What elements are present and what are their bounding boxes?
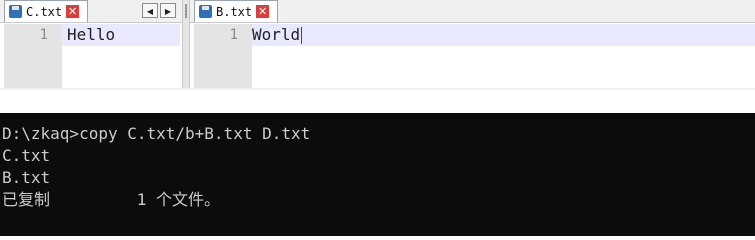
- saved-file-icon: [9, 5, 22, 18]
- close-tab-icon[interactable]: ✕: [66, 5, 80, 18]
- current-line-highlight: [252, 24, 755, 46]
- editor-area: C.txt ✕ ◀ ▶ 1 Hello B.txt ✕ 1 World: [0, 0, 755, 90]
- line-number-gutter: 1: [4, 24, 62, 88]
- text-caret: [301, 27, 303, 44]
- tab-bar-right: B.txt ✕: [190, 0, 755, 23]
- editor-content: World: [252, 25, 301, 44]
- console-output-line: B.txt: [2, 168, 51, 187]
- scroll-left-icon[interactable]: ◀: [142, 3, 158, 18]
- console-output-line: 已复制 1 个文件。: [2, 190, 220, 209]
- tab-b-txt[interactable]: B.txt ✕: [194, 0, 278, 22]
- tab-label: B.txt: [216, 4, 253, 19]
- line-number-gutter: 1: [194, 24, 252, 88]
- tab-scroll-buttons: ◀ ▶: [142, 3, 176, 18]
- console-command-line: D:\zkaq>copy C.txt/b+B.txt D.txt: [2, 124, 311, 143]
- editor-text-right[interactable]: World: [252, 24, 303, 46]
- editor-pane-left: C.txt ✕ ◀ ▶ 1 Hello: [0, 0, 182, 88]
- editor-pane-right: B.txt ✕ 1 World: [190, 0, 755, 88]
- saved-file-icon: [199, 5, 212, 18]
- tab-label: C.txt: [26, 4, 63, 19]
- scroll-right-icon[interactable]: ▶: [160, 3, 176, 18]
- view-splitter[interactable]: [182, 0, 190, 88]
- line-number: 1: [229, 27, 238, 43]
- close-tab-icon[interactable]: ✕: [256, 5, 270, 18]
- tab-bar-left: C.txt ✕ ◀ ▶: [0, 0, 182, 23]
- console-window[interactable]: D:\zkaq>copy C.txt/b+B.txt D.txt C.txt B…: [0, 113, 755, 236]
- line-number: 1: [39, 27, 48, 43]
- editor-text-left[interactable]: Hello: [67, 24, 115, 46]
- tab-c-txt[interactable]: C.txt ✕: [4, 0, 88, 22]
- console-output-line: C.txt: [2, 146, 51, 165]
